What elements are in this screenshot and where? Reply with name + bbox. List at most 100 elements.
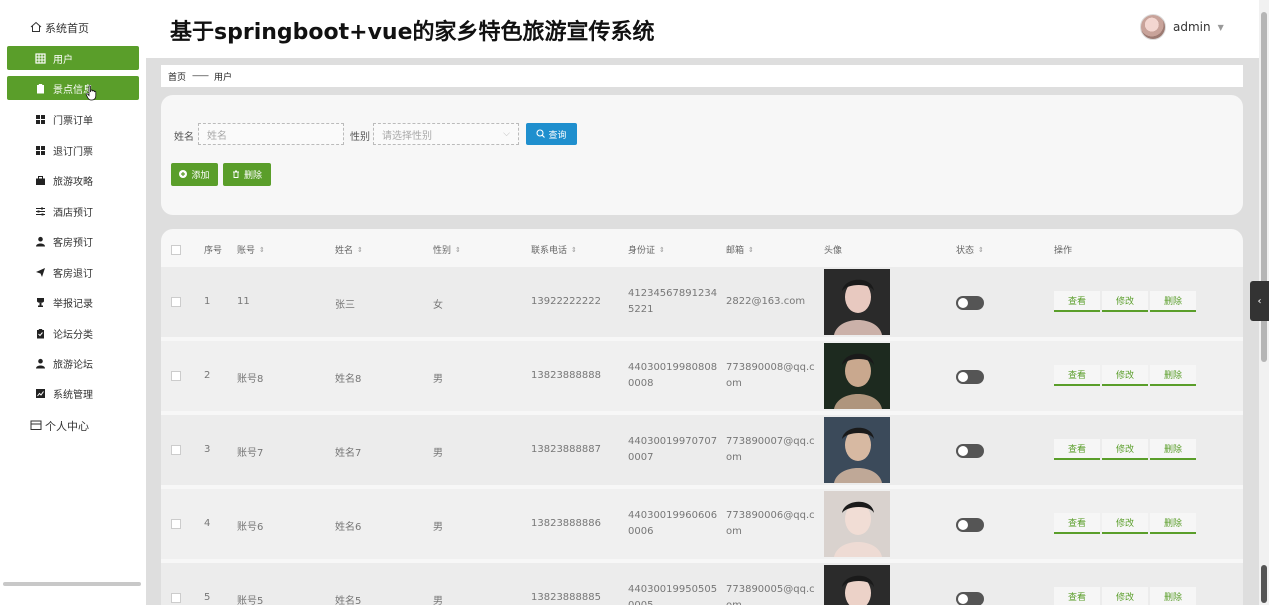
sidebar-item-users[interactable]: 用户	[7, 46, 139, 70]
view-button[interactable]: 查看	[1054, 439, 1100, 460]
sidebar-item-report-records[interactable]: 举报记录	[7, 290, 139, 314]
sidebar-home-label: 系统首页	[45, 22, 89, 35]
row-delete-button[interactable]: 删除	[1150, 365, 1196, 386]
cell-email-line1: 2822@163.com	[726, 296, 806, 307]
sidebar-home[interactable]: 系统首页	[30, 20, 89, 36]
edit-button[interactable]: 修改	[1102, 439, 1148, 460]
breadcrumb-home[interactable]: 首页	[168, 70, 186, 83]
name-label: 姓名	[174, 132, 194, 143]
sort-icon: ⇕	[571, 245, 577, 254]
main-content: 首页 —— 用户 姓名 姓名 性别 请选择性别 ⌵ 查询 添加 删除 序号 账号…	[146, 58, 1259, 605]
sidebar-item-hotel-booking[interactable]: 酒店预订	[7, 199, 139, 223]
clipboard-icon	[35, 328, 46, 339]
cell-email-line2: om	[726, 378, 742, 389]
col-name[interactable]: 姓名 ⇕	[335, 243, 363, 257]
view-button[interactable]: 查看	[1054, 513, 1100, 534]
col-id-card[interactable]: 身份证 ⇕	[628, 243, 665, 257]
col-email[interactable]: 邮箱 ⇕	[726, 243, 754, 257]
sidebar-item-label: 客房预订	[53, 237, 93, 249]
row-checkbox[interactable]	[171, 519, 181, 529]
sort-icon: ⇕	[748, 245, 754, 254]
add-button[interactable]: 添加	[171, 163, 218, 186]
sidebar-item-system-management[interactable]: 系统管理	[7, 381, 139, 405]
grid-icon	[35, 52, 46, 64]
name-search-input[interactable]: 姓名	[198, 123, 344, 145]
table-row: 2 账号8 姓名8 男 13823888888 44030019980808 0008 773…	[161, 341, 1243, 411]
cell-id-card-line2: 0006	[628, 526, 654, 537]
username: admin	[1173, 20, 1211, 34]
row-delete-button[interactable]: 删除	[1150, 439, 1196, 460]
sidebar-item-forum-category[interactable]: 论坛分类	[7, 321, 139, 345]
sidebar-item-ticket-orders[interactable]: 门票订单	[7, 107, 139, 131]
users-table: 序号 账号 ⇕ 姓名 ⇕ 性别 ⇕ 联系电话 ⇕ 身份证 ⇕ 邮箱 ⇕ 头像 状态 ⇕ 操作 …	[161, 229, 1243, 605]
cell-no: 1	[204, 296, 211, 307]
status-toggle[interactable]	[956, 518, 984, 532]
user-menu[interactable]: admin ▼	[1140, 14, 1224, 40]
page-scrollbar-thumb-lower[interactable]	[1261, 565, 1267, 603]
col-gender[interactable]: 性别 ⇕	[433, 243, 461, 257]
user-icon	[35, 236, 46, 247]
col-status[interactable]: 状态 ⇕	[956, 243, 984, 257]
col-phone[interactable]: 联系电话 ⇕	[531, 243, 577, 257]
side-drawer-toggle[interactable]: ‹	[1250, 281, 1269, 321]
status-toggle[interactable]	[956, 370, 984, 384]
table-row: 1 11 张三女 13922222222 41234567891234 5221 2822@…	[161, 267, 1243, 337]
view-button[interactable]: 查看	[1054, 365, 1100, 386]
sidebar-item-label: 论坛分类	[53, 329, 93, 341]
select-all-checkbox[interactable]	[171, 245, 181, 255]
chart-icon	[35, 388, 46, 399]
cell-id-card-line1: 44030019970707	[628, 436, 718, 447]
edit-button[interactable]: 修改	[1102, 365, 1148, 386]
cell-email-line2: om	[726, 526, 742, 537]
sidebar-item-room-booking[interactable]: 客房预订	[7, 229, 139, 253]
gender-select[interactable]: 请选择性别 ⌵	[373, 123, 519, 145]
sidebar-item-label: 举报记录	[53, 298, 93, 310]
gender-label: 性别	[350, 132, 370, 143]
avatar-image	[824, 565, 890, 605]
edit-button[interactable]: 修改	[1102, 587, 1148, 605]
sidebar-item-label: 旅游攻略	[53, 176, 93, 188]
row-checkbox[interactable]	[171, 371, 181, 381]
cell-email-line2: om	[726, 452, 742, 463]
sidebar-item-ticket-refund[interactable]: 退订门票	[7, 138, 139, 162]
cell-id-card-line1: 44030019950505	[628, 584, 718, 595]
row-checkbox[interactable]	[171, 593, 181, 603]
search-button[interactable]: 查询	[526, 123, 577, 145]
row-checkbox[interactable]	[171, 297, 181, 307]
cell-no: 5	[204, 592, 211, 603]
row-checkbox[interactable]	[171, 445, 181, 455]
cell-gender: 男	[433, 522, 443, 533]
status-toggle[interactable]	[956, 444, 984, 458]
row-delete-button[interactable]: 删除	[1150, 291, 1196, 312]
cell-email-line2: om	[726, 600, 742, 605]
sidebar-item-travel-forum[interactable]: 旅游论坛	[7, 351, 139, 375]
view-button[interactable]: 查看	[1054, 587, 1100, 605]
row-delete-button[interactable]: 删除	[1150, 513, 1196, 534]
view-button[interactable]: 查看	[1054, 291, 1100, 312]
home-icon	[30, 21, 42, 36]
sidebar-personal-center[interactable]: 个人中心	[30, 418, 89, 434]
sidebar-item-scenic[interactable]: 景点信息	[7, 76, 139, 100]
trash-icon	[232, 170, 240, 180]
sidebar-scrollbar[interactable]	[3, 582, 141, 586]
cell-id-card-line2: 5221	[628, 304, 654, 315]
sidebar-item-room-refund[interactable]: 客房退订	[7, 260, 139, 284]
cell-name: 姓名6	[335, 522, 362, 533]
cell-account: 11	[237, 296, 250, 307]
status-toggle[interactable]	[956, 296, 984, 310]
sidebar-item-travel-guide[interactable]: 旅游攻略	[7, 168, 139, 192]
edit-button[interactable]: 修改	[1102, 291, 1148, 312]
status-toggle[interactable]	[956, 592, 984, 605]
delete-button-label: 删除	[243, 170, 262, 180]
avatar-image	[824, 417, 890, 483]
sort-icon: ⇕	[978, 245, 984, 254]
sort-icon: ⇕	[455, 245, 461, 254]
col-account[interactable]: 账号 ⇕	[237, 243, 265, 257]
table-row: 5 账号5 姓名5 男 13823888885 44030019950505 0005 773…	[161, 563, 1243, 605]
row-delete-button[interactable]: 删除	[1150, 587, 1196, 605]
delete-button[interactable]: 删除	[223, 163, 271, 186]
edit-button[interactable]: 修改	[1102, 513, 1148, 534]
search-icon	[536, 128, 546, 140]
cell-name: 姓名7	[335, 448, 362, 459]
avatar-image	[824, 491, 890, 557]
